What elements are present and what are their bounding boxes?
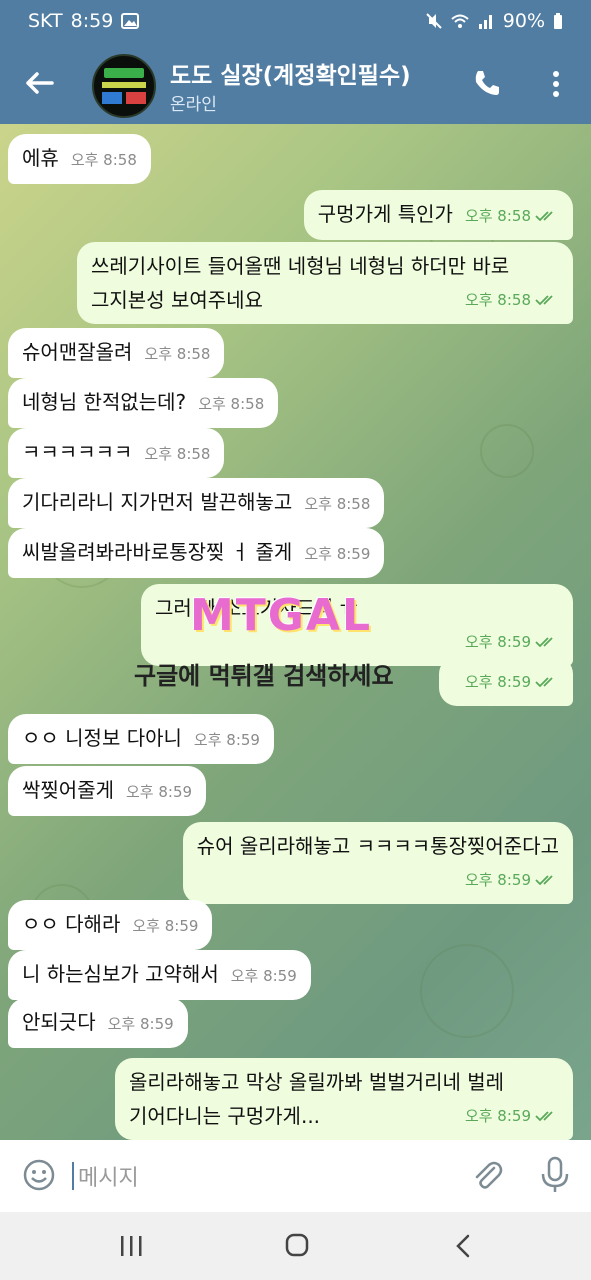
message-time: 오후 8:58: [304, 495, 371, 513]
microphone-icon[interactable]: [540, 1156, 570, 1194]
message-text: 구멍가게 특인가: [317, 202, 453, 226]
message-text: 싹찢어줄게: [22, 778, 114, 802]
message-time: 오후 8:58: [144, 445, 211, 463]
incoming-message[interactable]: ㅋㅋㅋㅋㅋㅋ 오후 8:58: [8, 428, 225, 478]
battery-icon: [554, 13, 562, 29]
message-text: 니 하는심보가 고약해서: [22, 962, 219, 986]
chat-header: 도도 실장(계정확인필수) 온라인: [0, 44, 591, 124]
online-status: 온라인: [170, 95, 217, 115]
read-check-icon: [535, 294, 553, 305]
message-time: 오후 8:58: [144, 345, 211, 363]
read-check-icon: [535, 1110, 553, 1121]
message-text: 안되긋다: [22, 1010, 96, 1034]
message-time: 오후 8:58: [70, 151, 137, 169]
message-time: 오후 8:59: [126, 783, 193, 801]
read-check-icon: [535, 636, 553, 647]
background-pattern: [420, 944, 514, 1038]
battery-percent: 90%: [502, 10, 545, 32]
message-time: 오후 8:59: [107, 1015, 174, 1033]
wifi-icon: [451, 14, 469, 28]
outgoing-message[interactable]: 구멍가게 특인가 오후 8:58: [303, 190, 573, 240]
message-time: 오후 8:59: [464, 1107, 531, 1125]
message-time: 오후 8:59: [464, 633, 531, 651]
text-cursor: [72, 1162, 74, 1190]
incoming-message[interactable]: 싹찢어줄게 오후 8:59: [8, 766, 207, 816]
background-pattern: [480, 424, 534, 478]
message-time: 오후 8:59: [464, 673, 531, 691]
message-text: 기다리라니 지가먼저 발끈해놓고: [22, 490, 293, 514]
message-text: ㅇㅇ 다해라: [22, 912, 121, 936]
back-arrow-icon[interactable]: [22, 66, 56, 100]
back-icon[interactable]: [450, 1232, 476, 1260]
read-check-icon: [535, 676, 553, 687]
message-text: 슈어 올리라해놓고 ㅋㅋㅋㅋ통장찢어준다고: [196, 834, 559, 858]
outgoing-message[interactable]: 쓰레기사이트 들어올땐 네형님 네형님 하더만 바로 그지본성 보여주네요 오후 …: [77, 242, 573, 324]
contact-name[interactable]: 도도 실장(계정확인필수): [170, 56, 411, 90]
avatar[interactable]: [92, 54, 156, 118]
message-text: 기어다니는 구멍가게...: [129, 1104, 321, 1128]
incoming-message[interactable]: 니 하는심보가 고약해서 오후 8:59: [8, 950, 311, 1000]
read-check-icon: [535, 210, 553, 221]
gallery-icon: [121, 13, 140, 29]
outgoing-message[interactable]: 올리라해놓고 막상 올릴까봐 벌벌거리네 벌레 기어다니는 구멍가게... 오후 …: [115, 1058, 573, 1140]
watermark-logo: MTGAL: [190, 590, 373, 641]
more-options-icon[interactable]: [548, 68, 564, 100]
read-check-icon: [535, 874, 553, 885]
message-text: 네형님 한적없는데?: [22, 390, 187, 414]
signal-icon: [478, 15, 492, 29]
incoming-message[interactable]: ㅇㅇ 다해라 오후 8:59: [8, 900, 213, 950]
phone-icon[interactable]: [472, 68, 502, 98]
message-time: 오후 8:58: [464, 207, 531, 225]
home-icon[interactable]: [284, 1232, 310, 1258]
incoming-message[interactable]: 슈어맨잘올려 오후 8:58: [8, 328, 225, 378]
message-text: 쓰레기사이트 들어올땐 네형님 네형님 하더만 바로: [91, 254, 510, 278]
message-text: 에휴: [22, 146, 59, 170]
message-text: 슈어맨잘올려: [22, 340, 133, 364]
message-time: 오후 8:58: [198, 395, 265, 413]
clock: 8:59: [70, 10, 114, 32]
incoming-message[interactable]: 씨발올려봐라바로통장찢 ㅓ 줄게 오후 8:59: [8, 528, 385, 578]
message-time: 오후 8:59: [230, 967, 297, 985]
recent-apps-icon[interactable]: [118, 1232, 144, 1260]
message-text: 씨발올려봐라바로통장찢 ㅓ 줄게: [22, 540, 293, 564]
incoming-message[interactable]: 기다리라니 지가먼저 발끈해놓고 오후 8:58: [8, 478, 385, 528]
message-time: 오후 8:58: [464, 291, 531, 309]
message-time: 오후 8:59: [464, 871, 531, 889]
carrier-label: SKT: [28, 10, 63, 32]
attach-icon[interactable]: [470, 1158, 504, 1192]
incoming-message[interactable]: 안되긋다 오후 8:59: [8, 998, 188, 1048]
status-bar: SKT 8:59 90%: [0, 0, 591, 44]
message-time: 오후 8:59: [304, 545, 371, 563]
outgoing-message[interactable]: 슈어 올리라해놓고 ㅋㅋㅋㅋ통장찢어준다고 오후 8:59: [182, 822, 573, 904]
incoming-message[interactable]: 에휴 오후 8:58: [8, 134, 151, 184]
incoming-message[interactable]: ㅇㅇ 니정보 다아니 오후 8:59: [8, 714, 274, 764]
message-input[interactable]: 메시지: [78, 1160, 139, 1192]
system-navigation-bar: [0, 1212, 591, 1280]
outgoing-message[interactable]: 오후 8:59: [438, 656, 573, 706]
emoji-icon[interactable]: [22, 1158, 56, 1192]
chat-area[interactable]: 에휴 오후 8:58 구멍가게 특인가 오후 8:58 쓰레기사이트 들어올땐 네형…: [0, 124, 591, 1140]
message-input-bar: 메시지: [0, 1140, 591, 1212]
message-text: ㅋㅋㅋㅋㅋㅋ: [22, 440, 133, 464]
message-time: 오후 8:59: [132, 917, 199, 935]
message-text: 올리라해놓고 막상 올릴까봐 벌벌거리네 벌레: [129, 1070, 505, 1094]
watermark-caption: 구글에 먹튀갤 검색하세요: [134, 662, 394, 690]
message-time: 오후 8:59: [193, 731, 260, 749]
mute-icon: [426, 13, 442, 29]
message-text: 그지본성 보여주네요: [91, 288, 263, 312]
incoming-message[interactable]: 네형님 한적없는데? 오후 8:58: [8, 378, 279, 428]
message-text: ㅇㅇ 니정보 다아니: [22, 726, 182, 750]
